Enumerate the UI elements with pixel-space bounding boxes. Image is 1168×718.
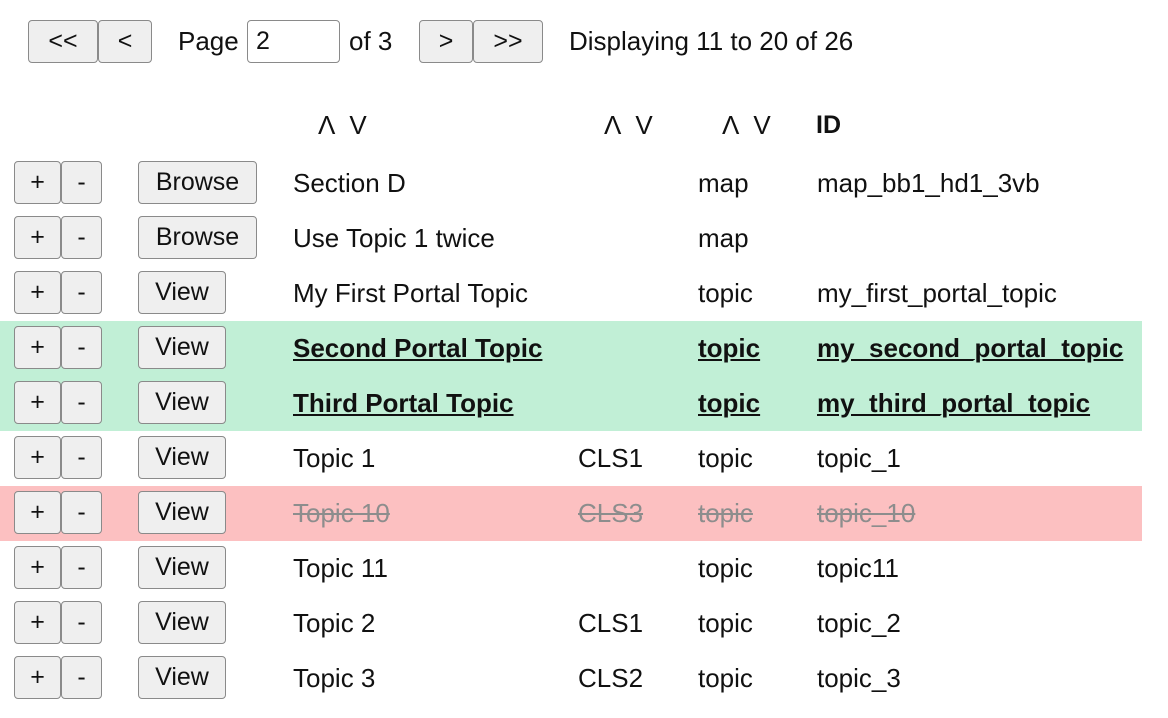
display-range-status: Displaying 11 to 20 of 26 [569,26,854,56]
page-count-label: of 3 [349,26,393,56]
add-button[interactable]: + [14,216,61,259]
view-button[interactable]: View [138,436,226,479]
remove-button[interactable]: - [61,381,102,424]
row-id: my_first_portal_topic [817,278,1057,308]
row-title: Use Topic 1 twice [293,223,495,253]
row-title: Section D [293,168,406,198]
next-page-button[interactable]: > [419,20,473,63]
table-row: + - View Topic 1 CLS1 topic topic_1 [0,431,1142,486]
row-type: map [698,168,749,198]
remove-button[interactable]: - [61,271,102,314]
sort-type-controls: Λ V [722,108,771,142]
table-row: + - View Second Portal Topic topic my_second_… [0,321,1142,376]
row-id: topic11 [817,553,899,583]
remove-button[interactable]: - [61,326,102,369]
row-type: map [698,223,749,253]
row-id: topic_1 [817,443,901,473]
row-title: Third Portal Topic [293,388,514,418]
add-button[interactable]: + [14,436,61,479]
add-button[interactable]: + [14,601,61,644]
row-type: topic [698,608,753,638]
row-class: CLS3 [578,498,644,528]
first-page-button[interactable]: << [28,20,98,63]
table-row: + - Browse Use Topic 1 twice map [0,211,1142,266]
add-button[interactable]: + [14,491,61,534]
sort-class-controls: Λ V [604,108,653,142]
view-button[interactable]: View [138,271,226,314]
row-id: map_bb1_hd1_3vb [817,168,1040,198]
pagination-bar: << < Page of 3 > >> Displaying 11 to 20 … [0,0,1168,84]
column-header-id: ID [816,111,841,139]
remove-button[interactable]: - [61,161,102,204]
row-type: topic [698,663,753,693]
remove-button[interactable]: - [61,656,102,699]
remove-button[interactable]: - [61,491,102,534]
row-type: topic [698,388,761,418]
sort-title-controls: Λ V [318,108,367,142]
remove-button[interactable]: - [61,216,102,259]
table-row: + - View Topic 3 CLS2 topic topic_3 [0,651,1142,706]
view-button[interactable]: View [138,381,226,424]
view-button[interactable]: View [138,491,226,534]
add-button[interactable]: + [14,326,61,369]
row-class: CLS1 [578,608,644,638]
add-button[interactable]: + [14,271,61,314]
add-button[interactable]: + [14,656,61,699]
browse-button[interactable]: Browse [138,161,257,204]
row-title: Second Portal Topic [293,333,543,363]
row-id: my_third_portal_topic [817,388,1091,418]
view-button[interactable]: View [138,326,226,369]
view-button[interactable]: View [138,656,226,699]
add-button[interactable]: + [14,381,61,424]
view-button[interactable]: View [138,601,226,644]
row-type: topic [698,553,753,583]
row-id: topic_2 [817,608,901,638]
table-row: + - View Topic 10 CLS3 topic topic_10 [0,486,1142,541]
row-title: Topic 1 [293,443,376,473]
row-title: My First Portal Topic [293,278,529,308]
remove-button[interactable]: - [61,601,102,644]
sort-class-ascending-icon[interactable]: Λ [604,108,621,142]
row-id: my_second_portal_topic [817,333,1124,363]
sort-title-ascending-icon[interactable]: Λ [318,108,335,142]
view-button[interactable]: View [138,546,226,589]
page-number-input[interactable] [247,20,340,63]
table-row: + - Browse Section D map map_bb1_hd1_3vb [0,156,1142,211]
row-id: topic_3 [817,663,901,693]
remove-button[interactable]: - [61,546,102,589]
browse-button[interactable]: Browse [138,216,257,259]
sort-type-descending-icon[interactable]: V [753,108,770,142]
table-row: + - View Third Portal Topic topic my_third_po… [0,376,1142,431]
row-type: topic [698,443,753,473]
table-row: + - View My First Portal Topic topic my_first… [0,266,1142,321]
previous-page-button[interactable]: < [98,20,152,63]
table-row: + - View Topic 2 CLS1 topic topic_2 [0,596,1142,651]
remove-button[interactable]: - [61,436,102,479]
sort-type-ascending-icon[interactable]: Λ [722,108,739,142]
row-title: Topic 2 [293,608,376,638]
row-title: Topic 3 [293,663,376,693]
row-title: Topic 10 [293,498,390,528]
sort-class-descending-icon[interactable]: V [635,108,652,142]
add-button[interactable]: + [14,161,61,204]
row-type: topic [698,333,761,363]
row-class: CLS2 [578,663,644,693]
page-label: Page [178,26,239,56]
row-type: topic [698,498,753,528]
row-type: topic [698,278,753,308]
row-title: Topic 11 [293,553,388,583]
last-page-button[interactable]: >> [473,20,543,63]
sort-title-descending-icon[interactable]: V [349,108,366,142]
row-class: CLS1 [578,443,644,473]
add-button[interactable]: + [14,546,61,589]
row-id: topic_10 [817,498,916,528]
table-row: + - View Topic 11 topic topic11 [0,541,1142,596]
